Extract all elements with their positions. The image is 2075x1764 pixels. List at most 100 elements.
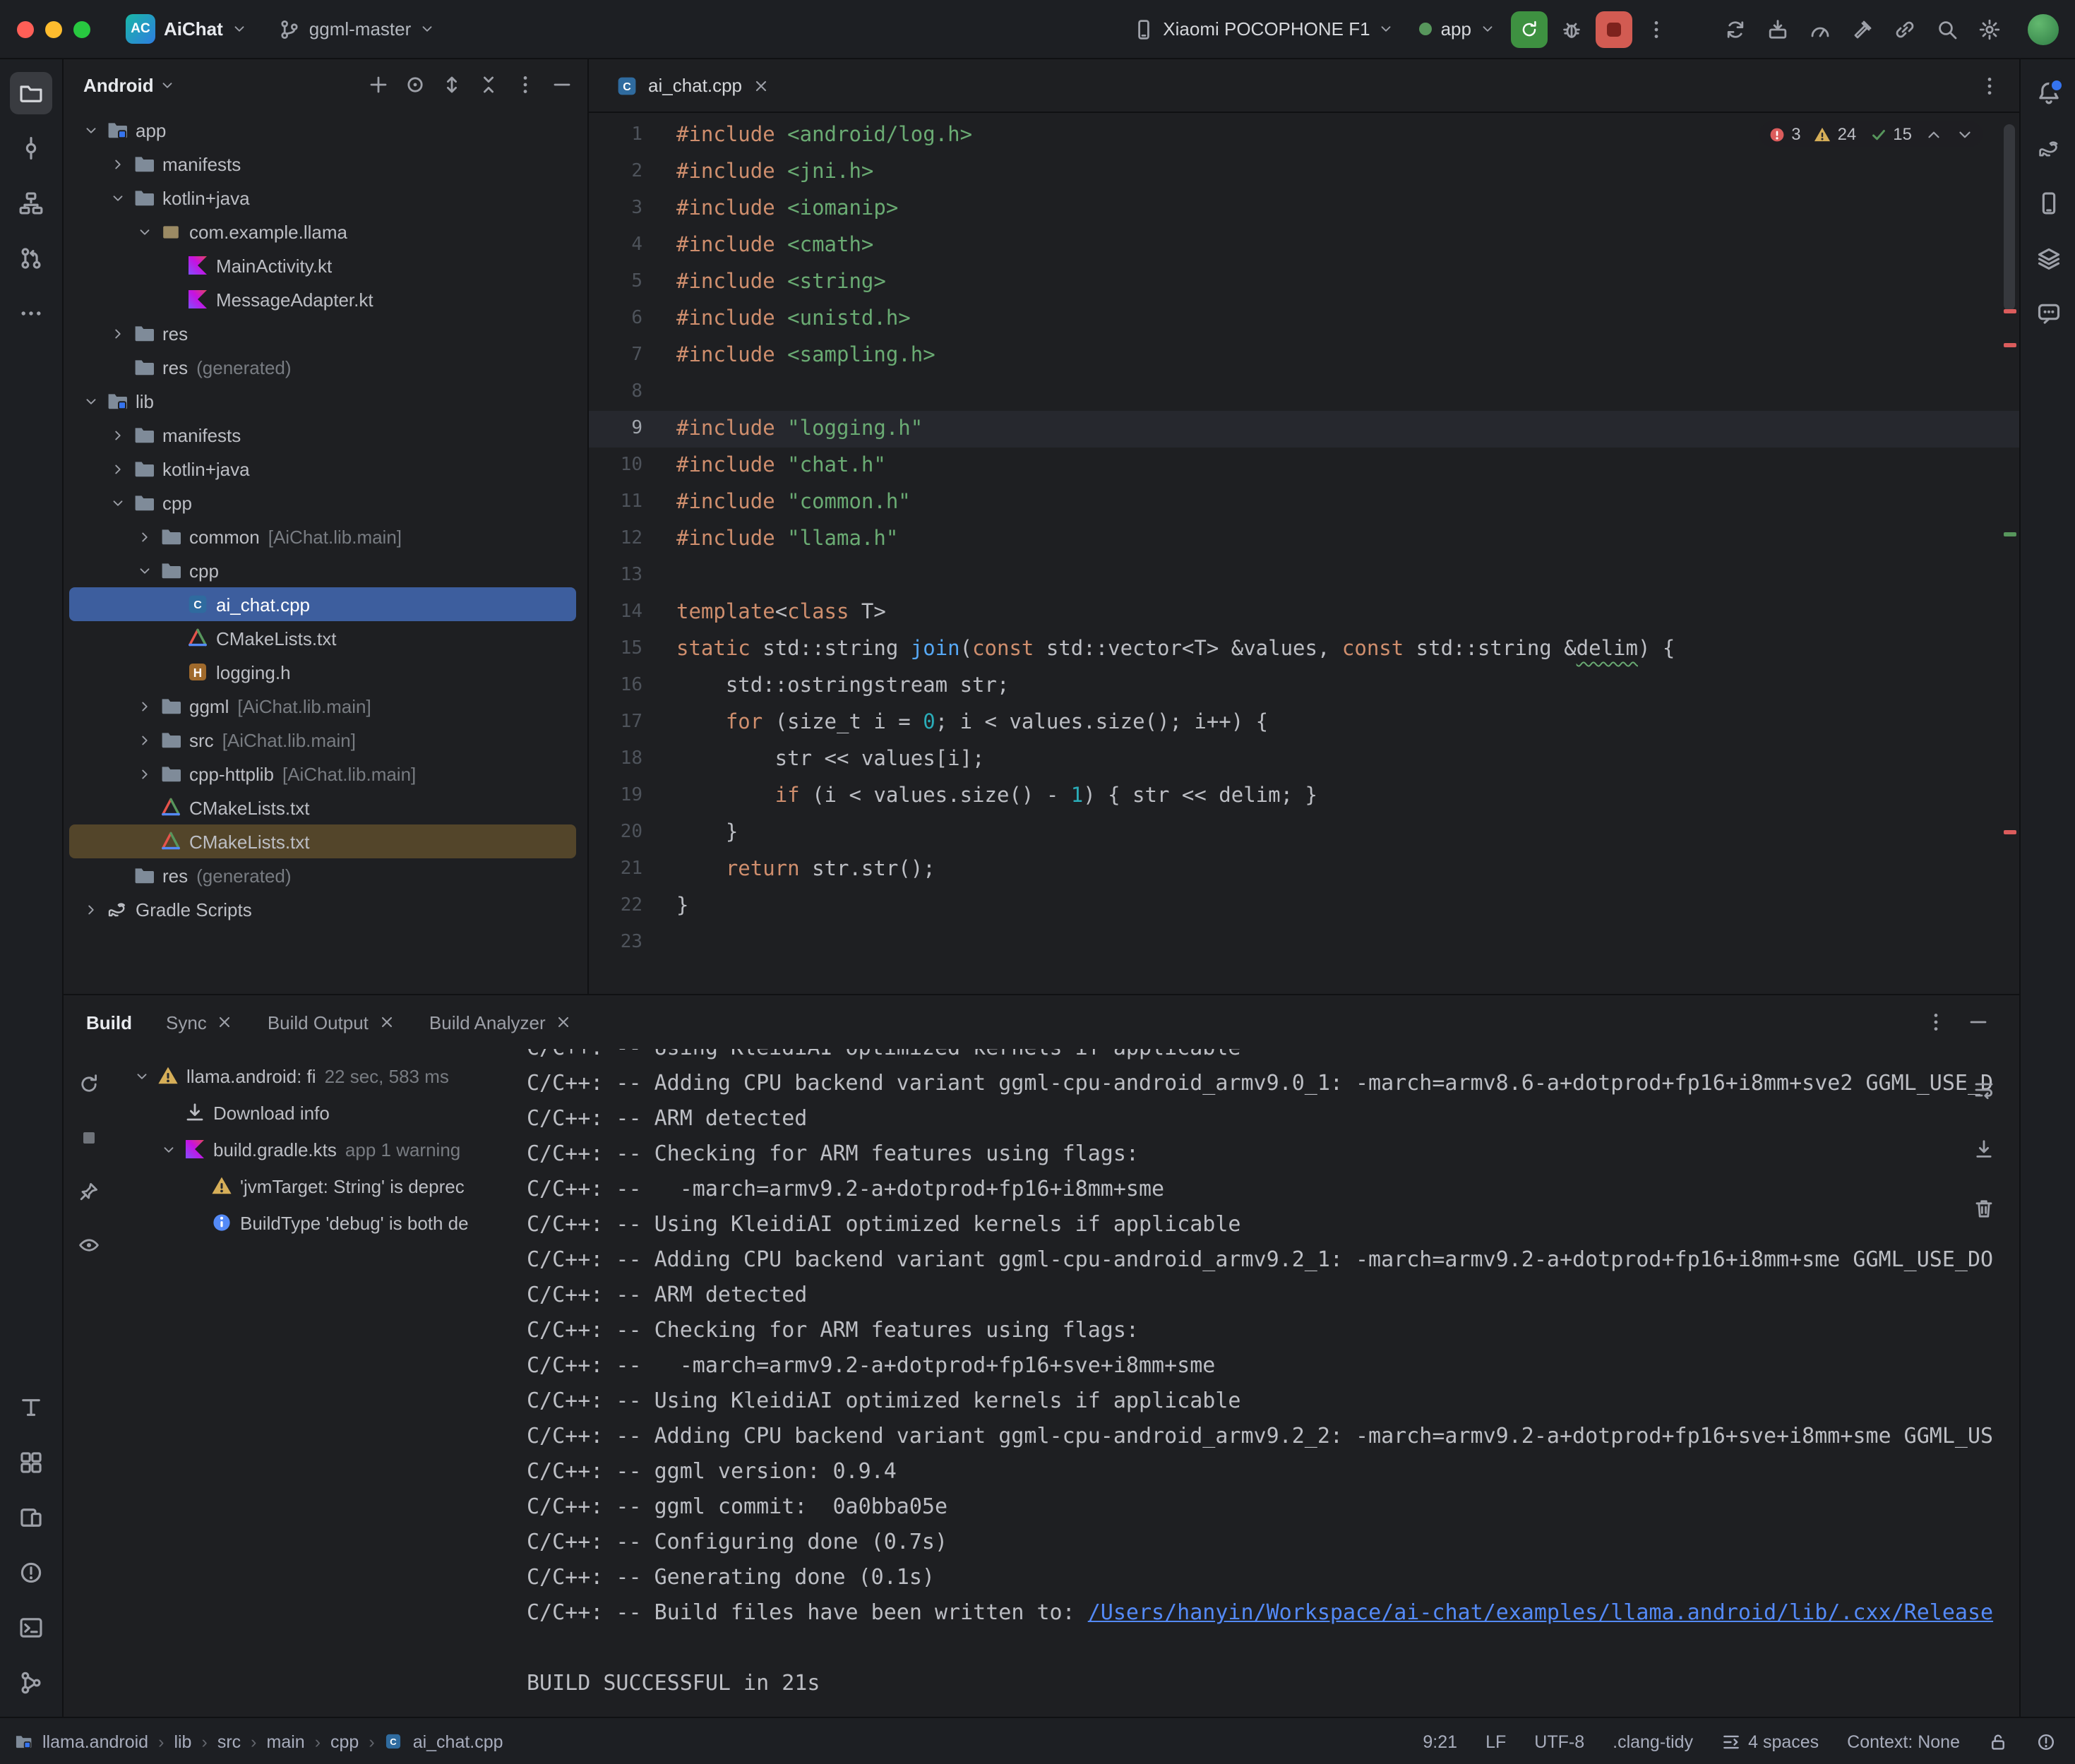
breadcrumb-main[interactable]: main [267, 1732, 305, 1751]
build-item-build-gradle-kts[interactable]: build.gradle.ktsapp 1 warning [120, 1131, 507, 1168]
code-editor[interactable]: 1#include <android/log.h>2#include <jni.… [589, 113, 2019, 994]
indent-setting[interactable]: 4 spaces [1721, 1732, 1819, 1751]
suspend-button[interactable] [71, 1120, 107, 1156]
file-encoding[interactable]: UTF-8 [1534, 1732, 1584, 1751]
terminal-icon[interactable] [10, 1607, 52, 1649]
more-icon[interactable] [10, 292, 52, 335]
build-console[interactable]: C/C++: -- Using KleidiAI optimized kerne… [513, 1049, 2019, 1717]
highlight-level-icon[interactable] [2036, 1732, 2056, 1751]
caret-position[interactable]: 9:21 [1423, 1732, 1457, 1751]
tree-item-kotlin-java[interactable]: kotlin+java [69, 452, 576, 486]
settings-icon[interactable] [1971, 11, 2008, 47]
chevron-down-icon[interactable] [131, 224, 157, 239]
commit-icon[interactable] [10, 127, 52, 169]
close-icon[interactable] [556, 1014, 573, 1031]
chevron-down-icon[interactable] [128, 1068, 154, 1084]
sdk-manager-icon[interactable] [1759, 11, 1796, 47]
tree-item-gradle-scripts[interactable]: Gradle Scripts [69, 892, 576, 926]
build-options-button[interactable] [1918, 1004, 1954, 1040]
chevron-right-icon[interactable] [78, 901, 103, 917]
editor-options-button[interactable] [1971, 67, 2008, 104]
chevron-right-icon[interactable] [104, 325, 130, 341]
tree-item-cmakelists-txt[interactable]: CMakeLists.txt [69, 621, 576, 655]
tree-item-mainactivity-kt[interactable]: MainActivity.kt [69, 248, 576, 282]
project-icon[interactable] [10, 72, 52, 114]
hide-build-panel-button[interactable] [1960, 1004, 1997, 1040]
pull-requests-icon[interactable] [10, 237, 52, 280]
tree-item-cmakelists-txt[interactable]: CMakeLists.txt [69, 791, 576, 824]
close-window-button[interactable] [17, 20, 34, 37]
run-button[interactable] [1511, 11, 1548, 47]
device-manager-icon[interactable] [2027, 182, 2069, 224]
run-config-selector[interactable]: app [1410, 14, 1505, 44]
project-selector[interactable]: AC AiChat [116, 10, 257, 48]
close-icon[interactable] [378, 1014, 395, 1031]
build-tab-build[interactable]: Build [86, 1012, 132, 1033]
build-tab-build-analyzer[interactable]: Build Analyzer [429, 1012, 573, 1033]
build-item-buildtype-debug-is-both-de[interactable]: BuildType 'debug' is both de [120, 1204, 507, 1241]
errors-indicator[interactable]: 3 [1767, 124, 1800, 144]
tree-item-res[interactable]: res [69, 316, 576, 350]
running-devices-icon[interactable] [10, 1496, 52, 1539]
gradle-sync-icon[interactable] [1717, 11, 1754, 47]
expand-all-button[interactable] [435, 68, 469, 102]
tree-item-lib[interactable]: lib [69, 384, 576, 418]
tree-item-manifests[interactable]: manifests [69, 418, 576, 452]
stop-button[interactable] [1596, 11, 1632, 47]
chevron-right-icon[interactable] [104, 427, 130, 443]
passed-indicator[interactable]: 15 [1869, 124, 1912, 144]
tree-item-cpp[interactable]: cpp [69, 553, 576, 587]
notifications-icon[interactable] [2027, 72, 2069, 114]
pin-button[interactable] [71, 1173, 107, 1210]
tree-item-messageadapter-kt[interactable]: MessageAdapter.kt [69, 282, 576, 316]
gradle-icon[interactable] [2027, 127, 2069, 169]
tree-item-common[interactable]: common[AiChat.lib.main] [69, 520, 576, 553]
previous-issue-button[interactable] [1925, 125, 1943, 143]
tree-item-logging-h[interactable]: Hlogging.h [69, 655, 576, 689]
device-selector[interactable]: Xiaomi POCOPHONE F1 [1122, 13, 1404, 44]
chevron-down-icon[interactable] [78, 122, 103, 138]
chevron-right-icon[interactable] [131, 732, 157, 748]
line-separator[interactable]: LF [1485, 1732, 1506, 1751]
filter-button[interactable] [71, 1227, 107, 1264]
chevron-down-icon[interactable] [104, 190, 130, 205]
structure-icon[interactable] [10, 182, 52, 224]
breadcrumb-cpp[interactable]: cpp [330, 1732, 359, 1751]
build-item-download-info[interactable]: Download info [120, 1094, 507, 1131]
profiler-icon[interactable] [1802, 11, 1838, 47]
next-issue-button[interactable] [1956, 125, 1974, 143]
editor-scrollbar[interactable] [2004, 124, 2015, 311]
version-control-icon[interactable] [10, 1662, 52, 1704]
chevron-down-icon[interactable] [155, 1141, 181, 1157]
close-icon[interactable] [217, 1014, 234, 1031]
zoom-window-button[interactable] [73, 20, 90, 37]
editor-tab-ai-chat-cpp[interactable]: C ai_chat.cpp [600, 59, 783, 112]
chevron-right-icon[interactable] [131, 529, 157, 544]
breadcrumb-lib[interactable]: lib [174, 1732, 191, 1751]
chevron-right-icon[interactable] [131, 698, 157, 714]
breadcrumb-src[interactable]: src [217, 1732, 241, 1751]
chevron-right-icon[interactable] [131, 766, 157, 781]
tree-item-app[interactable]: app [69, 113, 576, 147]
tree-item-src[interactable]: src[AiChat.lib.main] [69, 723, 576, 757]
tree-item-kotlin-java[interactable]: kotlin+java [69, 181, 576, 215]
search-everywhere-icon[interactable] [1929, 11, 1966, 47]
debug-button[interactable] [1553, 11, 1590, 47]
ai-assistant-icon[interactable] [2027, 292, 2069, 335]
tree-item-res[interactable]: res(generated) [69, 858, 576, 892]
tree-item-ai-chat-cpp[interactable]: Cai_chat.cpp [69, 587, 576, 621]
clear-button[interactable] [1966, 1190, 2002, 1227]
build-tools-icon[interactable] [1844, 11, 1881, 47]
tree-item-ggml[interactable]: ggml[AiChat.lib.main] [69, 689, 576, 723]
resource-manager-icon[interactable] [2027, 237, 2069, 280]
chevron-right-icon[interactable] [104, 461, 130, 476]
tree-item-cmakelists-txt[interactable]: CMakeLists.txt [69, 824, 576, 858]
hide-button[interactable] [545, 68, 579, 102]
link-icon[interactable] [1886, 11, 1923, 47]
chevron-right-icon[interactable] [104, 156, 130, 172]
tree-item-com-example-llama[interactable]: com.example.llama [69, 215, 576, 248]
tree-item-res[interactable]: res(generated) [69, 350, 576, 384]
tree-item-cpp-httplib[interactable]: cpp-httplib[AiChat.lib.main] [69, 757, 576, 791]
options-button[interactable] [508, 68, 542, 102]
chevron-down-icon[interactable] [78, 393, 103, 409]
